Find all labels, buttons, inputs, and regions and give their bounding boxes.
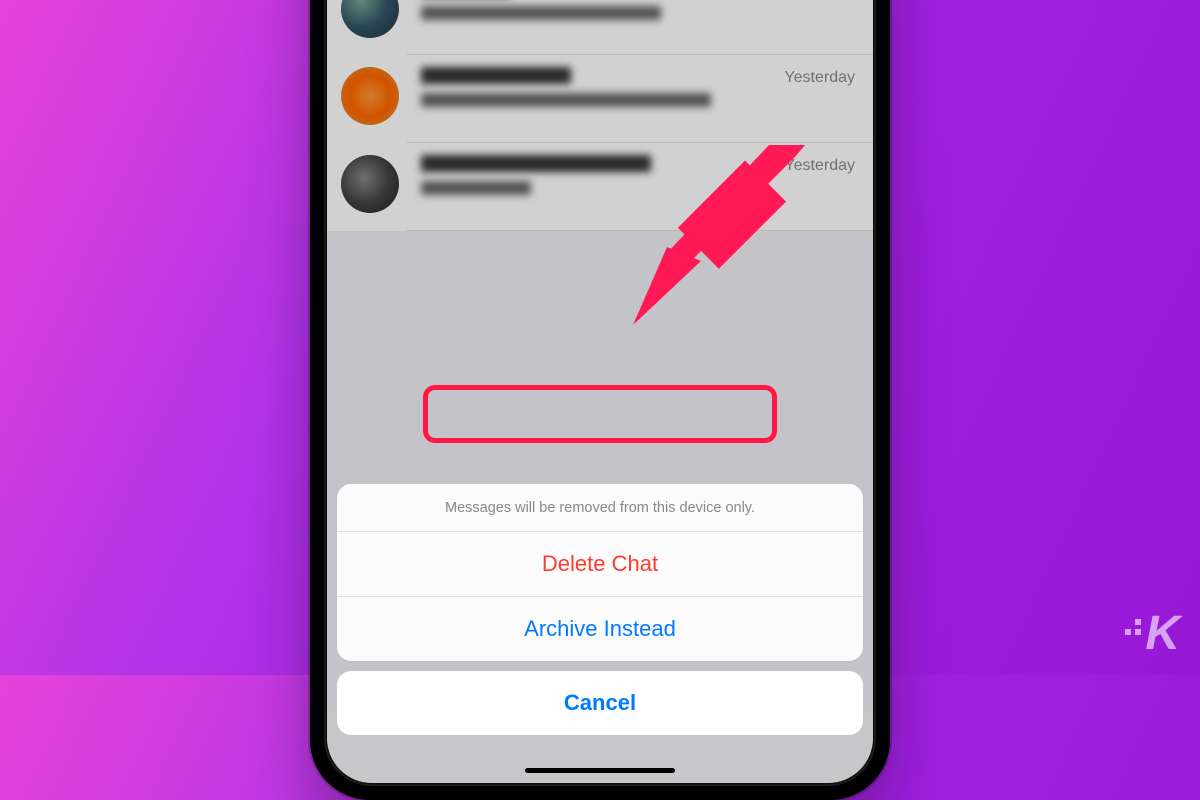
phone-bezel: 8:23 AM Yesterday Yesterda — [324, 0, 876, 786]
watermark-logo: K — [1125, 606, 1178, 661]
home-indicator[interactable] — [525, 768, 675, 773]
delete-chat-button[interactable]: Delete Chat — [337, 532, 863, 597]
phone-frame: 8:23 AM Yesterday Yesterda — [310, 0, 890, 800]
sheet-message: Messages will be removed from this devic… — [337, 484, 863, 532]
action-sheet: Messages will be removed from this devic… — [337, 484, 863, 735]
phone-screen: 8:23 AM Yesterday Yesterda — [327, 0, 873, 783]
archive-instead-button[interactable]: Archive Instead — [337, 597, 863, 661]
cancel-button[interactable]: Cancel — [337, 671, 863, 735]
